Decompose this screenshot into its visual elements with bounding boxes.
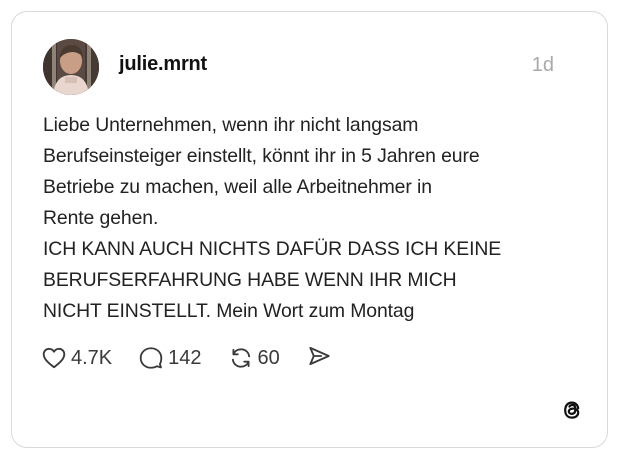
share-button[interactable]: [306, 343, 332, 374]
post-text-line: NICHT EINSTELLT. Mein Wort zum Montag: [43, 300, 415, 322]
threads-logo-icon: [559, 397, 585, 423]
username[interactable]: julie.mrnt: [119, 53, 207, 76]
like-button[interactable]: 4.7K: [41, 345, 112, 371]
post-text-line: Betriebe zu machen, weil alle Arbeitnehm…: [43, 176, 432, 198]
post-text-line: Rente gehen.: [43, 207, 159, 229]
reply-count: 142: [168, 346, 202, 369]
reply-button[interactable]: 142: [138, 345, 202, 371]
post-card: julie.mrnt 1d Liebe Unternehmen, wenn ih…: [11, 11, 608, 448]
post-text-line: ICH KANN AUCH NICHTS DAFÜR DASS ICH KEIN…: [43, 238, 502, 260]
post-text-line: BERUFSERFAHRUNG HABE WENN IHR MICH: [43, 269, 457, 291]
avatar[interactable]: [43, 39, 99, 95]
heart-icon: [42, 347, 66, 369]
post-text: Liebe Unternehmen, wenn ihr nicht langsa…: [43, 110, 583, 327]
send-icon: [309, 346, 330, 365]
speech-bubble-icon: [139, 347, 163, 369]
repost-icon: [231, 348, 250, 368]
action-bar: 4.7K 142 60: [41, 345, 332, 371]
post-text-line: Liebe Unternehmen, wenn ihr nicht langsa…: [43, 114, 419, 136]
repost-button[interactable]: 60: [228, 345, 280, 371]
post-text-line: Berufseinsteiger einstellt, könnt ihr in…: [43, 145, 480, 167]
like-count: 4.7K: [71, 346, 113, 369]
post-timestamp: 1d: [531, 54, 554, 76]
repost-count: 60: [257, 346, 280, 369]
avatar-image: [43, 39, 99, 95]
